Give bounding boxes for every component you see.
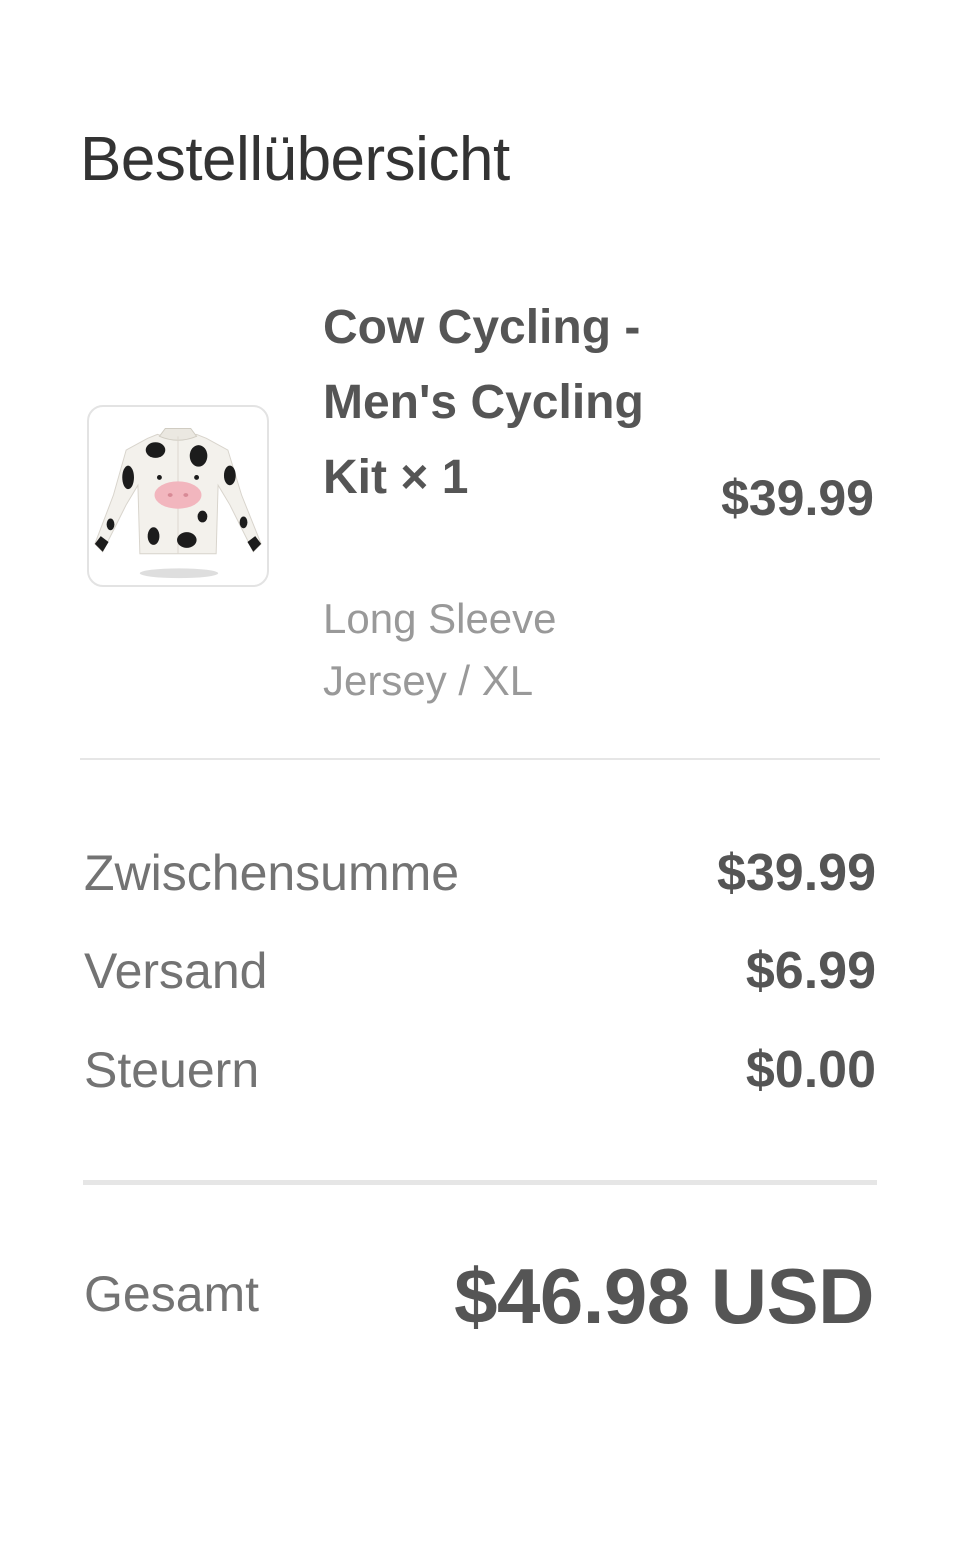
divider <box>80 758 880 760</box>
total-value: $46.98 USD <box>454 1252 874 1340</box>
subtotal-row: Zwischensumme $39.99 <box>84 838 876 908</box>
page-title: Bestellübersicht <box>80 125 510 194</box>
taxes-value: $0.00 <box>745 1041 876 1099</box>
taxes-row: Steuern $0.00 <box>84 1035 876 1105</box>
product-variant: Long Sleeve Jersey / XL <box>323 595 557 704</box>
subtotal-value: $39.99 <box>716 844 876 902</box>
shipping-row: Versand $6.99 <box>84 936 876 1006</box>
product-name: Cow Cycling - Men's Cycling Kit × 1 <box>323 301 644 504</box>
shipping-label: Versand <box>84 943 268 999</box>
product-price: $39.99 <box>721 470 874 526</box>
taxes-label: Steuern <box>84 1042 260 1098</box>
shipping-value: $6.99 <box>745 942 876 1000</box>
cow-print-jersey-image <box>94 428 262 579</box>
product-image <box>87 405 269 587</box>
total-divider <box>83 1180 877 1185</box>
total-label: Gesamt <box>84 1266 260 1322</box>
subtotal-label: Zwischensumme <box>84 845 460 901</box>
